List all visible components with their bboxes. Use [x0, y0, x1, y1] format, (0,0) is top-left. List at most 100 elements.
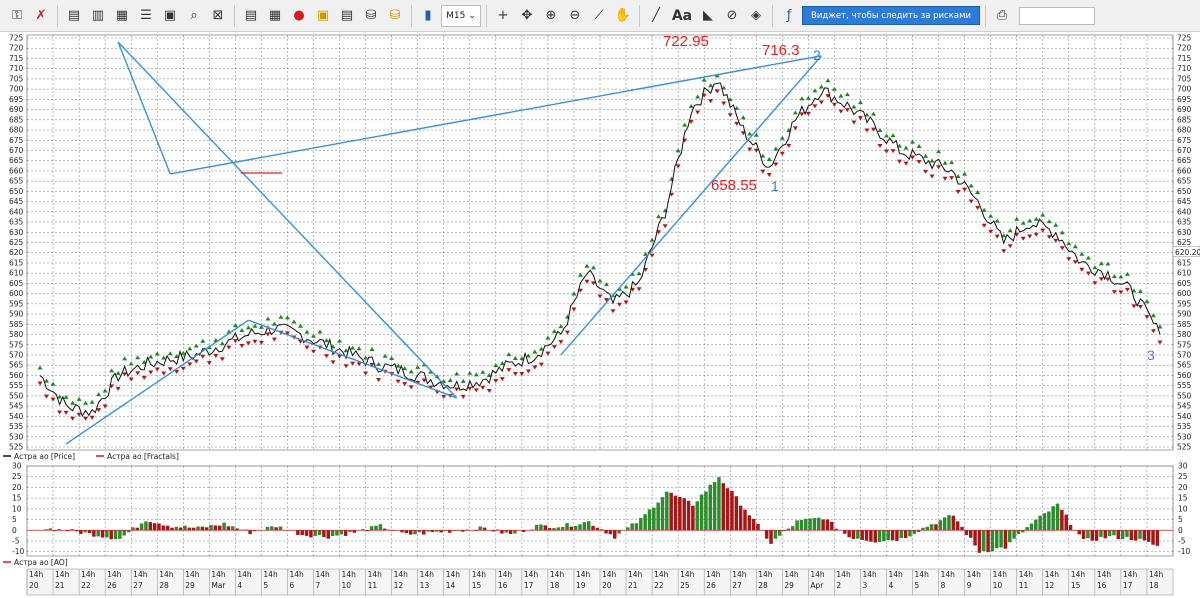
calc-icon[interactable]: ▣ [159, 5, 181, 27]
hour-tick-label: 14h [289, 570, 304, 579]
alert-icon[interactable]: ● [288, 5, 310, 27]
toolbar-separator [57, 4, 58, 27]
ao-bar [686, 500, 691, 531]
ruler-icon[interactable]: ⟋ [588, 5, 610, 27]
ao-tick-right: 10 [1178, 504, 1188, 513]
price-tick-right: 670 [1177, 146, 1192, 155]
hour-tick-label: 14h [159, 570, 174, 579]
info-icon[interactable]: ƒ [778, 5, 800, 27]
hour-tick-label: 14h [472, 570, 487, 579]
price-tick-right: 590 [1177, 310, 1192, 319]
price-tick-right: 600 [1177, 289, 1192, 298]
price-tick-left: 560 [9, 371, 24, 380]
text-tool-button[interactable]: Aa [669, 5, 695, 27]
ao-bar [122, 530, 126, 536]
price-tick-left: 650 [9, 187, 24, 196]
line-tool-icon[interactable]: ╱ [645, 5, 667, 27]
price-tick-left: 550 [9, 391, 24, 400]
zoom-in-icon[interactable]: ⊕ [540, 5, 562, 27]
ao-bar [617, 530, 621, 534]
hour-tick-label: 14h [237, 570, 252, 579]
price-tick-left: 600 [9, 289, 24, 298]
key-icon[interactable]: ⚿ [6, 5, 28, 27]
chart-window-icon[interactable]: ▥ [87, 5, 109, 27]
ao-bar [934, 524, 938, 531]
zoom-doc-icon[interactable]: ⌕ [183, 5, 205, 27]
ao-bar [1055, 503, 1060, 531]
ao-bar [339, 530, 344, 535]
ao-bar [695, 501, 699, 531]
layers-icon[interactable]: ◈ [745, 5, 767, 27]
date-tick-label: 9 [967, 581, 972, 590]
delete-chart-icon[interactable]: ✗ [30, 5, 52, 27]
crosshair-icon[interactable]: + [492, 5, 514, 27]
price-tick-left: 630 [9, 228, 24, 237]
ao-bar [409, 530, 413, 535]
chart-window2-icon[interactable]: ▦ [111, 5, 133, 27]
hand-icon[interactable]: ✋ [612, 5, 634, 27]
date-tick-label: 13 [420, 581, 430, 590]
ao-bar [647, 509, 652, 531]
ao-bar [1138, 530, 1142, 539]
db2-icon[interactable]: ⛁ [384, 5, 406, 27]
date-tick-label: 10 [993, 581, 1003, 590]
timeframe-select[interactable]: M15 ⌄ [441, 4, 481, 27]
print-preview-icon[interactable]: ⎙ [991, 5, 1013, 27]
zoom-out-icon[interactable]: ⊖ [564, 5, 586, 27]
hour-tick-label: 14h [81, 570, 96, 579]
close-doc-icon[interactable]: ⊠ [207, 5, 229, 27]
date-tick-label: 21 [55, 581, 65, 590]
widget-button[interactable]: Виджет, чтобы следить за рисками [802, 6, 981, 25]
hour-tick-label: 14h [758, 570, 773, 579]
ao-bar [777, 530, 782, 536]
price-tick-left: 725 [9, 34, 24, 43]
price-tick-left: 620 [9, 248, 24, 257]
ao-bar [270, 526, 274, 531]
price-tick-left: 530 [9, 432, 24, 441]
search-input[interactable] [1019, 6, 1096, 25]
ao-bar [118, 530, 122, 539]
ao-bar [209, 524, 213, 531]
new-chart-icon[interactable]: ▤ [63, 5, 85, 27]
price-tick-left: 590 [9, 310, 24, 319]
ao-bar [960, 526, 964, 531]
ao-bar [369, 526, 374, 531]
price-tick-right: 720 [1177, 44, 1192, 53]
ao-bar [96, 530, 100, 537]
stack2-icon[interactable]: ▤ [336, 5, 358, 27]
ao-bar [482, 527, 487, 531]
db-icon[interactable]: ⛁ [360, 5, 382, 27]
date-tick-label: 10 [342, 581, 352, 590]
move-icon[interactable]: ✥ [516, 5, 538, 27]
ao-bar [1120, 530, 1125, 540]
fill-icon[interactable]: ◣ [697, 5, 719, 27]
date-tick-label: 20 [29, 581, 39, 590]
bar-chart-icon[interactable]: ▮ [417, 5, 439, 27]
ao-bar [274, 527, 278, 531]
ao-bar [79, 530, 83, 534]
price-tick-right: 605 [1177, 279, 1192, 288]
ao-bar [317, 530, 322, 536]
date-tick-label: 11 [1019, 581, 1029, 590]
date-tick-label: 2 [836, 581, 841, 590]
hide-icon[interactable]: ⊘ [721, 5, 743, 27]
ao-tick-left: 25 [12, 472, 22, 481]
calendar-icon[interactable]: ▦ [264, 5, 286, 27]
stack-icon[interactable]: ▣ [312, 5, 334, 27]
price-tick-left: 655 [9, 177, 24, 186]
report-icon[interactable]: ▤ [240, 5, 262, 27]
price-tick-left: 670 [9, 146, 24, 155]
hour-tick-label: 14h [706, 570, 721, 579]
ao-bar [773, 530, 778, 539]
price-tick-left: 605 [9, 279, 24, 288]
ao-tick-right: 20 [1178, 483, 1188, 492]
price-tick-left: 640 [9, 207, 24, 216]
ao-bar [1099, 530, 1103, 537]
price-tick-right: 530 [1177, 432, 1192, 441]
price-tick-left: 690 [9, 105, 24, 114]
ao-bar [639, 517, 643, 531]
ao-bar [92, 530, 96, 537]
list-icon[interactable]: ☰ [135, 5, 157, 27]
ao-bar [413, 530, 417, 535]
toolbar-separator [411, 4, 412, 27]
